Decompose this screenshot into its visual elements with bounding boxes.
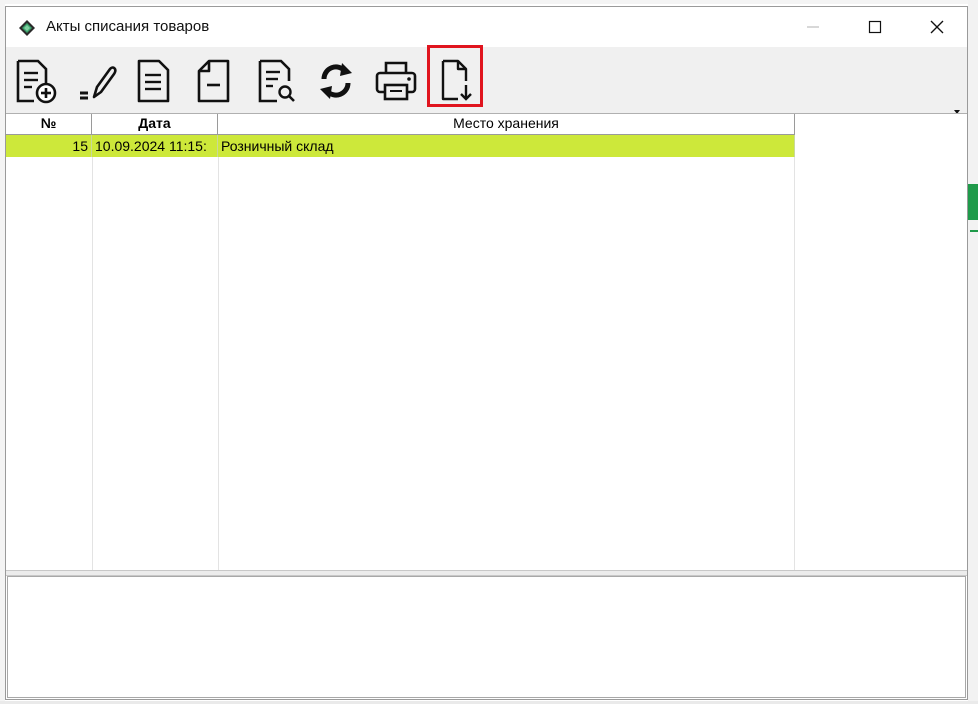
column-header-number[interactable]: № — [6, 114, 92, 134]
edit-button[interactable] — [68, 53, 124, 109]
diamond-app-icon — [18, 19, 36, 37]
details-pane — [7, 576, 966, 698]
background-green-bar — [968, 184, 978, 220]
background-strip-top — [0, 0, 978, 4]
minimize-button[interactable] — [782, 7, 844, 47]
refresh-button[interactable] — [308, 53, 364, 109]
maximize-button[interactable] — [844, 7, 906, 47]
pencil-icon — [80, 66, 117, 100]
cell-number: 15 — [6, 135, 92, 157]
background-green-line — [970, 230, 978, 232]
column-header-date[interactable]: Дата — [92, 114, 218, 134]
cell-date: 10.09.2024 11:15: — [92, 135, 218, 157]
column-header-storage-place[interactable]: Место хранения — [218, 114, 795, 134]
export-button-highlight-frame — [427, 45, 483, 107]
title-bar[interactable]: Акты списания товаров — [6, 7, 967, 47]
document-add-icon — [16, 59, 57, 104]
print-button[interactable] — [368, 53, 424, 109]
document-search-icon — [258, 59, 295, 103]
preview-document-button[interactable] — [249, 53, 305, 109]
close-icon — [930, 20, 944, 34]
background-window-right — [968, 0, 978, 704]
add-document-button[interactable] — [8, 53, 64, 109]
refresh-icon — [320, 63, 352, 99]
document-icon — [137, 59, 170, 103]
window-title: Акты списания товаров — [46, 18, 210, 35]
write-off-acts-table: № Дата Место хранения 15 10.09.2024 11:1… — [6, 113, 967, 571]
toolbar — [6, 45, 967, 114]
cell-storage-place: Розничный склад — [218, 135, 795, 157]
minimize-icon — [807, 26, 819, 28]
maximize-icon — [868, 20, 882, 34]
open-document-button[interactable] — [126, 53, 182, 109]
table-row[interactable]: 15 10.09.2024 11:15: Розничный склад — [6, 135, 795, 157]
delete-document-button[interactable] — [186, 53, 242, 109]
column-divider — [794, 157, 795, 571]
column-divider — [92, 157, 93, 571]
toolbar-overflow-arrow[interactable] — [952, 103, 962, 114]
printer-icon — [375, 61, 417, 101]
document-minus-icon — [197, 59, 230, 103]
table-header: № Дата Место хранения — [6, 114, 795, 135]
write-off-acts-window: Акты списания товаров № Дата Место хране… — [5, 6, 968, 700]
column-divider — [218, 157, 219, 571]
close-button[interactable] — [906, 7, 968, 47]
